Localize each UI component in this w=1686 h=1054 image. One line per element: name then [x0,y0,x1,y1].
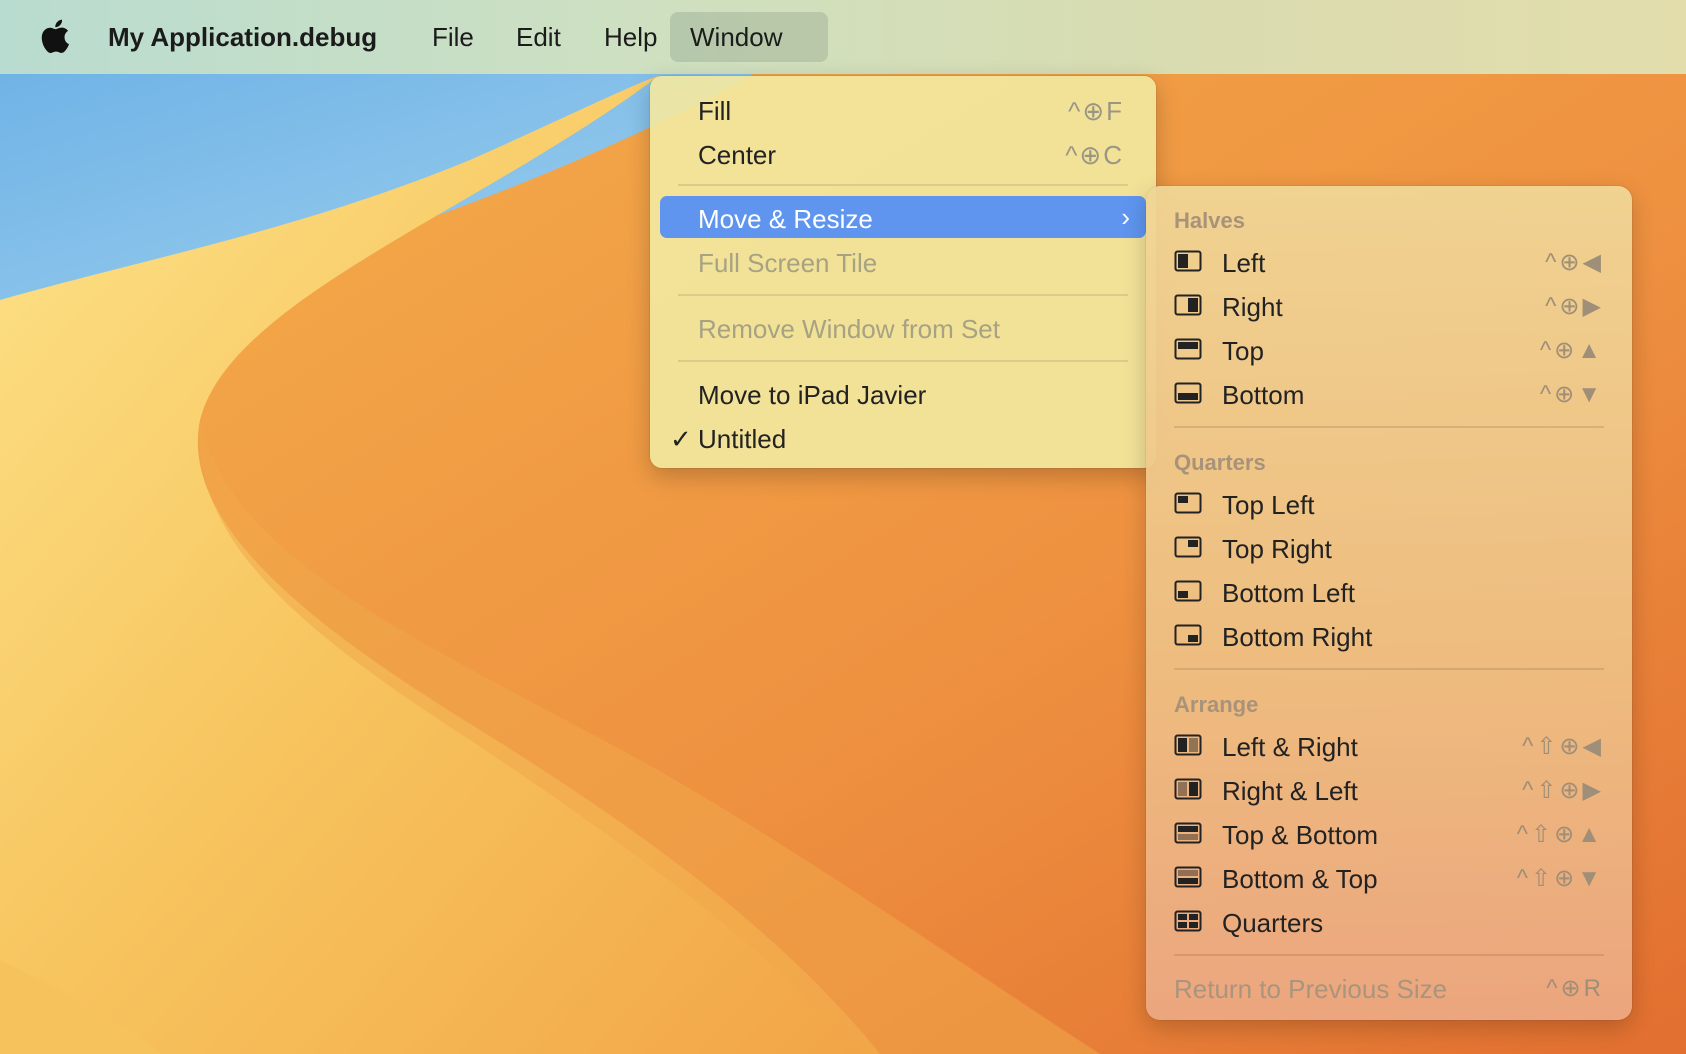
half-right-icon [1174,294,1202,316]
menu-item-label: Full Screen Tile [698,248,878,278]
menu-bar: My Application.debug File Edit Help Wind… [0,0,1686,74]
menu-item-remove-window-from-set: Remove Window from Set [660,306,1146,348]
shortcut: ^⊕R [1546,975,1604,1002]
move-resize-submenu: Halves Left ^⊕◀ Right ^⊕▶ Top ^⊕▲ Bottom… [1146,186,1632,1020]
menu-item-center[interactable]: Center ^⊕C [660,132,1146,174]
submenu-item-label: Return to Previous Size [1174,974,1448,1004]
submenu-item-label: Bottom Left [1222,578,1355,608]
menu-edit[interactable]: Edit [496,12,581,62]
submenu-item-label: Top Right [1222,534,1332,564]
menu-item-label: Center [698,140,777,170]
menu-separator [678,294,1128,296]
submenu-item-quarters[interactable]: Quarters [1146,900,1632,942]
window-menu: Fill ^⊕F Center ^⊕C Move & Resize › Full… [650,76,1156,468]
half-bottom-icon [1174,382,1202,404]
submenu-item-top-bottom[interactable]: Top & Bottom ^⇧⊕▲ [1146,812,1632,854]
submenu-item-label: Left & Right [1222,732,1358,762]
arrange-left-right-icon [1174,734,1202,756]
submenu-item-label: Top [1222,336,1264,366]
submenu-item-left-right[interactable]: Left & Right ^⇧⊕◀ [1146,724,1632,766]
menu-item-label: Move to iPad Javier [698,380,927,410]
submenu-item-bottom-left[interactable]: Bottom Left [1146,570,1632,612]
arrange-bottom-top-icon [1174,866,1202,888]
menu-item-label: Fill [698,96,732,126]
arrange-top-bottom-icon [1174,822,1202,844]
shortcut: ^⊕▼ [1539,381,1604,408]
submenu-item-left[interactable]: Left ^⊕◀ [1146,240,1632,282]
section-header-halves: Halves [1174,208,1245,233]
submenu-item-label: Bottom & Top [1222,864,1378,894]
submenu-item-label: Bottom [1222,380,1305,410]
submenu-item-right[interactable]: Right ^⊕▶ [1146,284,1632,326]
menu-app-name[interactable]: My Application.debug [88,12,397,62]
menu-item-label: Move & Resize [698,204,873,234]
half-left-icon [1174,250,1202,272]
submenu-item-label: Right [1222,292,1283,322]
menu-separator [678,360,1128,362]
shortcut: ^⊕▶ [1545,293,1604,320]
menu-item-label: Remove Window from Set [698,314,1000,344]
submenu-item-label: Left [1222,248,1266,278]
menu-item-fill[interactable]: Fill ^⊕F [660,88,1146,130]
submenu-item-label: Top Left [1222,490,1315,520]
menu-item-untitled[interactable]: ✓ Untitled [660,416,1146,458]
submenu-item-bottom[interactable]: Bottom ^⊕▼ [1146,372,1632,414]
quarter-bottom-right-icon [1174,624,1202,646]
section-header-quarters: Quarters [1174,450,1266,475]
arrange-right-left-icon [1174,778,1202,800]
menu-window[interactable]: Window [670,12,828,62]
submenu-item-label: Right & Left [1222,776,1358,806]
submenu-separator [1174,668,1604,670]
shortcut: ^⇧⊕▲ [1516,821,1604,848]
apple-logo-icon[interactable] [38,18,70,54]
submenu-item-label: Top & Bottom [1222,820,1379,850]
menu-file[interactable]: File [412,12,494,62]
submenu-item-bottom-top[interactable]: Bottom & Top ^⇧⊕▼ [1146,856,1632,898]
submenu-item-label: Bottom Right [1222,622,1373,652]
submenu-item-top[interactable]: Top ^⊕▲ [1146,328,1632,370]
quarter-bottom-left-icon [1174,580,1202,602]
menu-item-full-screen-tile: Full Screen Tile [660,240,1146,282]
submenu-separator [1174,426,1604,428]
chevron-right-icon: › [1121,202,1130,232]
submenu-item-top-left[interactable]: Top Left [1146,482,1632,524]
shortcut: ^⊕▲ [1539,337,1604,364]
shortcut: ^⇧⊕▶ [1522,777,1604,804]
submenu-item-label: Quarters [1222,908,1324,938]
submenu-item-top-right[interactable]: Top Right [1146,526,1632,568]
shortcut: ^⇧⊕◀ [1522,733,1604,760]
quarter-top-left-icon [1174,492,1202,514]
menu-separator [678,184,1128,186]
arrange-quarters-icon [1174,910,1202,932]
shortcut-fill: ^⊕F [1068,96,1124,126]
menu-help[interactable]: Help [584,12,677,62]
half-top-icon [1174,338,1202,360]
menu-item-move-resize[interactable]: Move & Resize › [660,196,1146,238]
submenu-item-right-left[interactable]: Right & Left ^⇧⊕▶ [1146,768,1632,810]
submenu-separator [1174,954,1604,956]
menu-item-label: Untitled [698,424,787,454]
shortcut: ^⊕◀ [1545,249,1604,276]
quarter-top-right-icon [1174,536,1202,558]
menu-item-move-to-ipad[interactable]: Move to iPad Javier [660,372,1146,414]
checkmark-icon: ✓ [670,424,692,454]
section-header-arrange: Arrange [1174,692,1259,717]
shortcut: ^⇧⊕▼ [1516,865,1604,892]
shortcut-center: ^⊕C [1065,140,1124,170]
submenu-item-bottom-right[interactable]: Bottom Right [1146,614,1632,656]
submenu-item-return-previous-size: Return to Previous Size ^⊕R [1146,966,1632,1008]
